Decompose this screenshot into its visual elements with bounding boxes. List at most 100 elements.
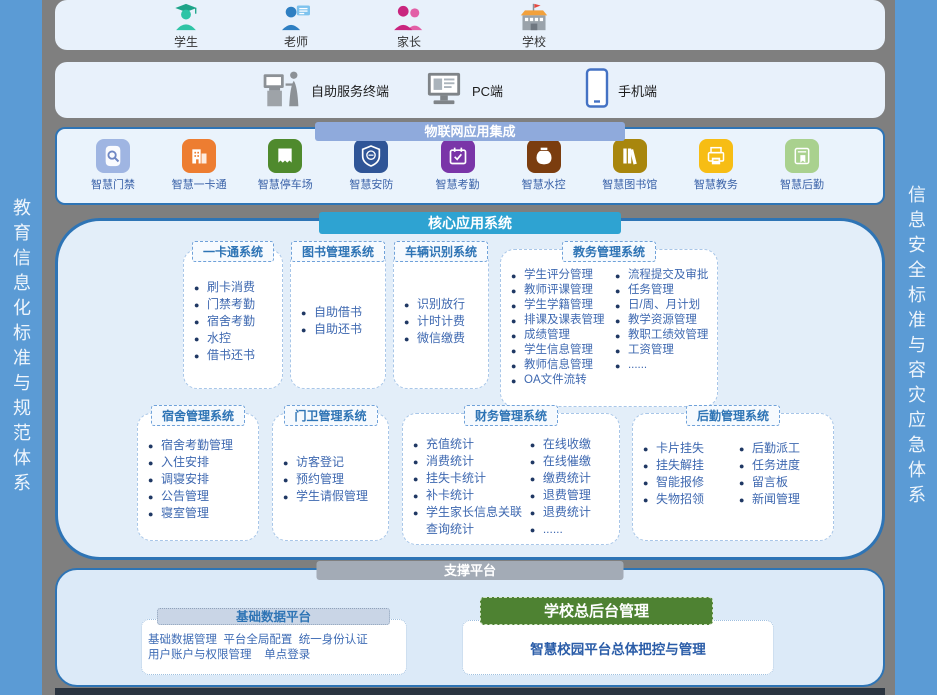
- terminal-group-kiosk: 自助服务终端: [260, 62, 389, 118]
- card-list: 刷卡消费门禁考勤宿舍考勤水控借书还书: [194, 279, 255, 364]
- list-item: 微信缴费: [404, 330, 465, 347]
- iot-applications-box: 物联网应用集成 智慧门禁: [55, 127, 885, 205]
- list-item: 充值统计: [413, 436, 530, 453]
- card-title: 图书管理系统: [291, 241, 385, 262]
- security-shield-icon: [354, 139, 388, 173]
- smart-campus-architecture-diagram: 教育信息化标准与规范体系 信息安全标准与容灾应急体系 学生: [0, 0, 937, 695]
- list-item: 宿舍考勤: [194, 313, 255, 330]
- parking-icon: [268, 139, 302, 173]
- list-item: 水控: [194, 330, 255, 347]
- user-label: 家长: [364, 33, 454, 50]
- iot-label: 智慧安防: [335, 176, 407, 192]
- iot-item-library: 智慧图书馆: [594, 139, 666, 203]
- right-standards-label: 信息安全标准与容灾应急体系: [903, 185, 929, 510]
- card-dorm-system: 宿舍管理系统 宿舍考勤管理入住安排调寝安排公告管理寝室管理: [137, 413, 259, 541]
- iot-banner: 物联网应用集成: [315, 122, 625, 141]
- iot-item-parking: 智慧停车场: [249, 139, 321, 203]
- card-academic-system: 教务管理系统 学生评分管理教师评课管理学生学籍管理排课及课表管理成绩管理学生信息…: [500, 249, 718, 407]
- school-icon: [489, 3, 579, 31]
- access-control-icon: [96, 139, 130, 173]
- card-finance-system: 财务管理系统 充值统计消费统计挂失卡统计补卡统计学生家长信息关联查询统计 在线收…: [402, 413, 620, 545]
- support-banner: 支撑平台: [317, 561, 624, 580]
- phone-icon: [585, 68, 609, 113]
- list-item: 预约管理: [283, 471, 368, 488]
- iot-item-water: 智慧水控: [508, 139, 580, 203]
- card-title: 财务管理系统: [464, 405, 558, 426]
- card-list: 学生评分管理教师评课管理学生学籍管理排课及课表管理成绩管理学生信息管理教师信息管…: [511, 268, 615, 388]
- iot-label: 智慧考勤: [422, 176, 494, 192]
- card-list: 访客登记预约管理学生请假管理: [283, 454, 368, 505]
- list-item: 借书还书: [194, 347, 255, 364]
- left-standards-label: 教育信息化标准与规范体系: [8, 198, 34, 498]
- right-standards-bar: 信息安全标准与容灾应急体系: [895, 0, 937, 695]
- list-item: 卡片挂失: [643, 440, 739, 457]
- list-item: 自助借书: [301, 304, 362, 321]
- list-item: 教师评课管理: [511, 283, 615, 298]
- academic-printer-icon: [699, 139, 733, 173]
- list-item: 教职工绩效管理: [615, 328, 713, 343]
- attendance-calendar-icon: [441, 139, 475, 173]
- card-title: 宿舍管理系统: [151, 405, 245, 426]
- list-item: 缴费统计: [530, 470, 615, 487]
- pc-icon: [425, 70, 463, 111]
- card-list: 识别放行计时计费微信缴费: [404, 296, 465, 347]
- list-item: 工资管理: [615, 343, 713, 358]
- user-group-student: 学生: [141, 3, 231, 50]
- list-item: 学生学籍管理: [511, 298, 615, 313]
- list-item: 退费统计: [530, 504, 615, 521]
- list-item: 消费统计: [413, 453, 530, 470]
- bottom-edge-strip: [55, 688, 885, 695]
- teacher-icon: [251, 3, 341, 31]
- list-item: 寝室管理: [148, 505, 233, 522]
- user-label: 学生: [141, 33, 231, 50]
- list-item: 教学资源管理: [615, 313, 713, 328]
- iot-item-academic: 智慧教务: [680, 139, 752, 203]
- terminal-label: 手机端: [618, 81, 657, 100]
- list-item: 日/周、月计划: [615, 298, 713, 313]
- terminal-group-pc: PC端: [425, 62, 503, 118]
- iot-item-security: 智慧安防: [335, 139, 407, 203]
- list-item: 教师信息管理: [511, 358, 615, 373]
- support-platform-box: 支撑平台 基础数据平台 基础数据管理 平台全局配置 统一身份认证 用户账户与权限…: [55, 568, 885, 687]
- list-item: 流程提交及审批: [615, 268, 713, 283]
- card-title: 一卡通系统: [192, 241, 274, 262]
- list-item: 挂失解挂: [643, 457, 739, 474]
- base-data-platform-title: 基础数据平台: [157, 608, 390, 625]
- list-item: 在线催缴: [530, 453, 615, 470]
- terminal-label: 自助服务终端: [311, 81, 389, 100]
- list-item: 宿舍考勤管理: [148, 437, 233, 454]
- iot-label: 智慧教务: [680, 176, 752, 192]
- user-group-school: 学校: [489, 3, 579, 50]
- card-title: 车辆识别系统: [394, 241, 488, 262]
- card-title: 门卫管理系统: [283, 405, 377, 426]
- card-list: 流程提交及审批任务管理日/周、月计划教学资源管理教职工绩效管理工资管理.....…: [615, 268, 713, 373]
- card-logistics-system: 后勤管理系统 卡片挂失挂失解挂智能报修失物招领 后勤派工任务进度留言板新闻管理: [632, 413, 834, 541]
- list-item: 公告管理: [148, 488, 233, 505]
- base-data-platform-card: 基础数据管理 平台全局配置 统一身份认证 用户账户与权限管理 单点登录: [141, 619, 407, 675]
- kiosk-icon: [260, 67, 302, 114]
- list-item: 补卡统计: [413, 487, 530, 504]
- user-group-parents: 家长: [364, 3, 454, 50]
- list-item: ......: [530, 521, 615, 538]
- water-control-icon: [527, 139, 561, 173]
- list-item: 后勤派工: [739, 440, 829, 457]
- core-banner: 核心应用系统: [319, 212, 621, 234]
- base-platform-line2: 用户账户与权限管理 单点登录: [148, 648, 398, 663]
- terminal-group-phone: 手机端: [585, 62, 657, 118]
- logistics-clipboard-icon: [785, 139, 819, 173]
- iot-item-attendance: 智慧考勤: [422, 139, 494, 203]
- card-title: 后勤管理系统: [686, 405, 780, 426]
- diagram-content: 学生 老师: [55, 0, 885, 695]
- iot-item-onecard: 智慧一卡通: [163, 139, 235, 203]
- user-label: 老师: [251, 33, 341, 50]
- card-vehicle-system: 车辆识别系统 识别放行计时计费微信缴费: [393, 249, 489, 389]
- list-item: 入住安排: [148, 454, 233, 471]
- card-list: 后勤派工任务进度留言板新闻管理: [739, 440, 829, 508]
- school-admin-title: 学校总后台管理: [480, 597, 713, 625]
- card-list: 在线收缴在线催缴缴费统计退费管理退费统计......: [530, 436, 615, 538]
- list-item: 智能报修: [643, 474, 739, 491]
- list-item: 自助还书: [301, 321, 362, 338]
- card-list: 自助借书自助还书: [301, 304, 362, 338]
- card-gate-system: 门卫管理系统 访客登记预约管理学生请假管理: [272, 413, 389, 541]
- core-systems-box: 核心应用系统 一卡通系统 刷卡消费门禁考勤宿舍考勤水控借书还书 图书管理系统 自…: [55, 218, 885, 560]
